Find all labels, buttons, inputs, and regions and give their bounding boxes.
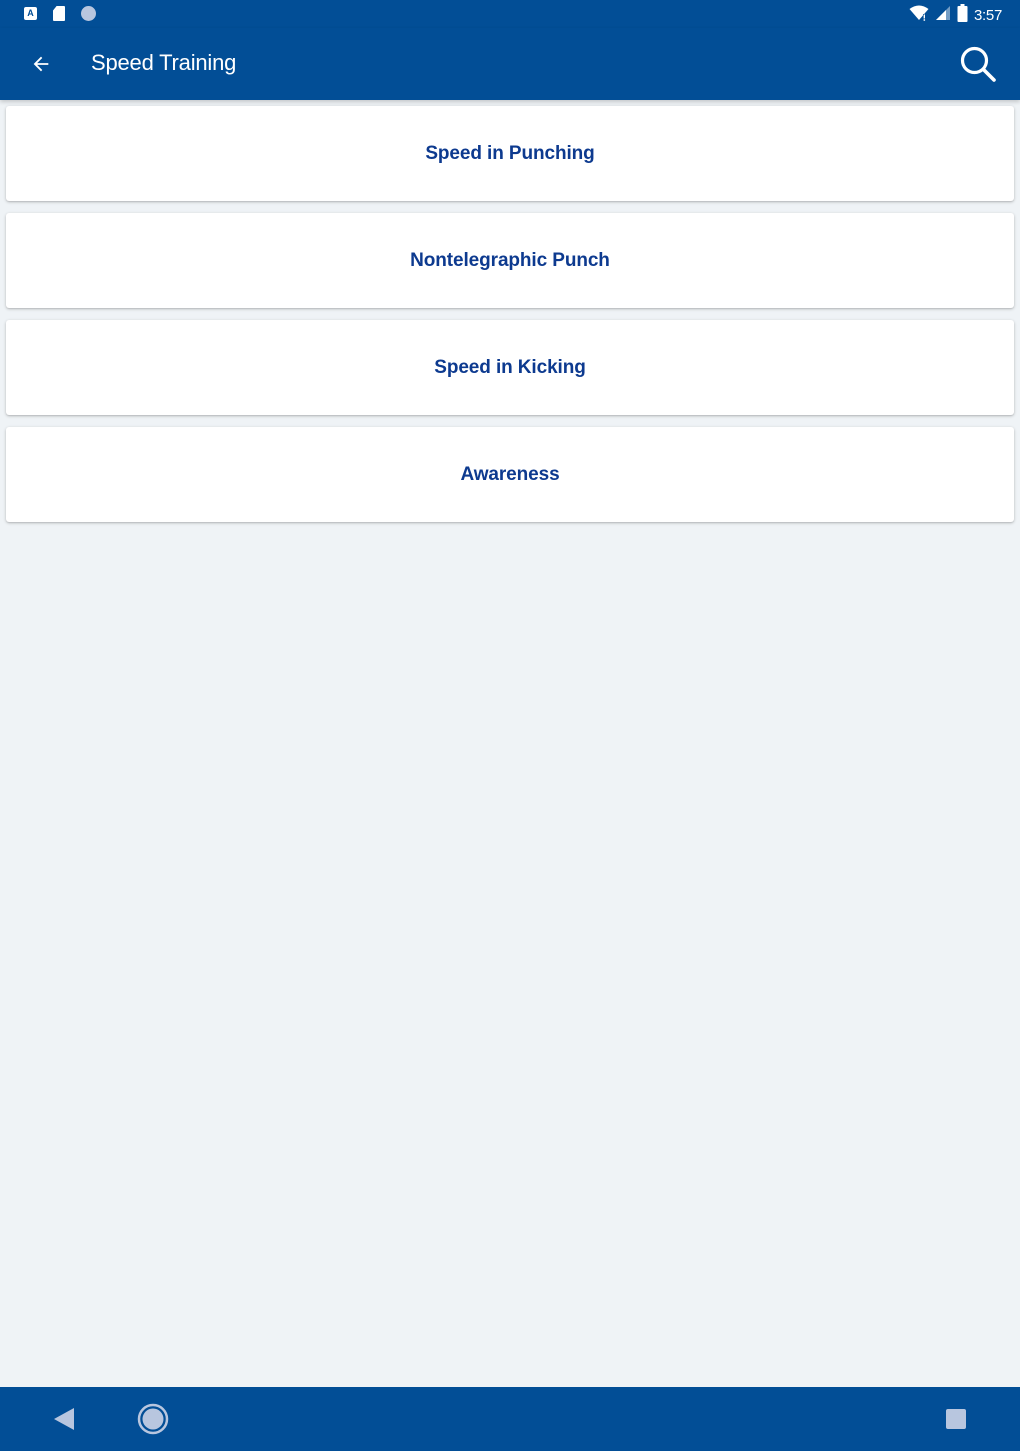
system-nav-bar [0, 1387, 1020, 1451]
status-right-icons: 3:57 [909, 4, 1002, 26]
status-left-icons: A [24, 6, 96, 21]
list-item-label: Awareness [460, 463, 560, 485]
sd-card-icon [53, 6, 65, 21]
list-item-label: Speed in Punching [425, 142, 595, 164]
status-clock: 3:57 [974, 6, 1002, 24]
nav-recents-icon [946, 1409, 966, 1429]
app-screen: A 3:57 Speed Training Speed in Punching … [0, 0, 1020, 1451]
battery-icon [957, 4, 968, 26]
status-bar: A 3:57 [0, 0, 1020, 28]
app-bar: Speed Training [0, 28, 1020, 100]
page-title: Speed Training [91, 50, 237, 75]
nav-back-icon [54, 1408, 74, 1430]
list-item-nontelegraphic-punch[interactable]: Nontelegraphic Punch [6, 213, 1014, 308]
list-item-label: Speed in Kicking [434, 356, 586, 378]
arrow-back-icon [33, 56, 49, 72]
list-item-label: Nontelegraphic Punch [410, 249, 610, 271]
list-item-speed-in-kicking[interactable]: Speed in Kicking [6, 320, 1014, 415]
signal-icon [935, 5, 951, 25]
nav-home-button[interactable] [137, 1403, 169, 1435]
wifi-icon [909, 4, 929, 26]
search-icon [960, 46, 996, 82]
list-item-speed-in-punching[interactable]: Speed in Punching [6, 106, 1014, 201]
circle-notification-icon [81, 6, 96, 21]
topic-list: Speed in Punching Nontelegraphic Punch S… [6, 106, 1014, 534]
list-item-awareness[interactable]: Awareness [6, 427, 1014, 522]
nav-recents-button[interactable] [945, 1408, 967, 1430]
back-button[interactable] [22, 46, 60, 82]
search-button[interactable] [956, 42, 1000, 86]
a-notification-icon: A [24, 7, 37, 20]
nav-home-icon [137, 1403, 169, 1435]
nav-back-button[interactable] [50, 1405, 78, 1433]
